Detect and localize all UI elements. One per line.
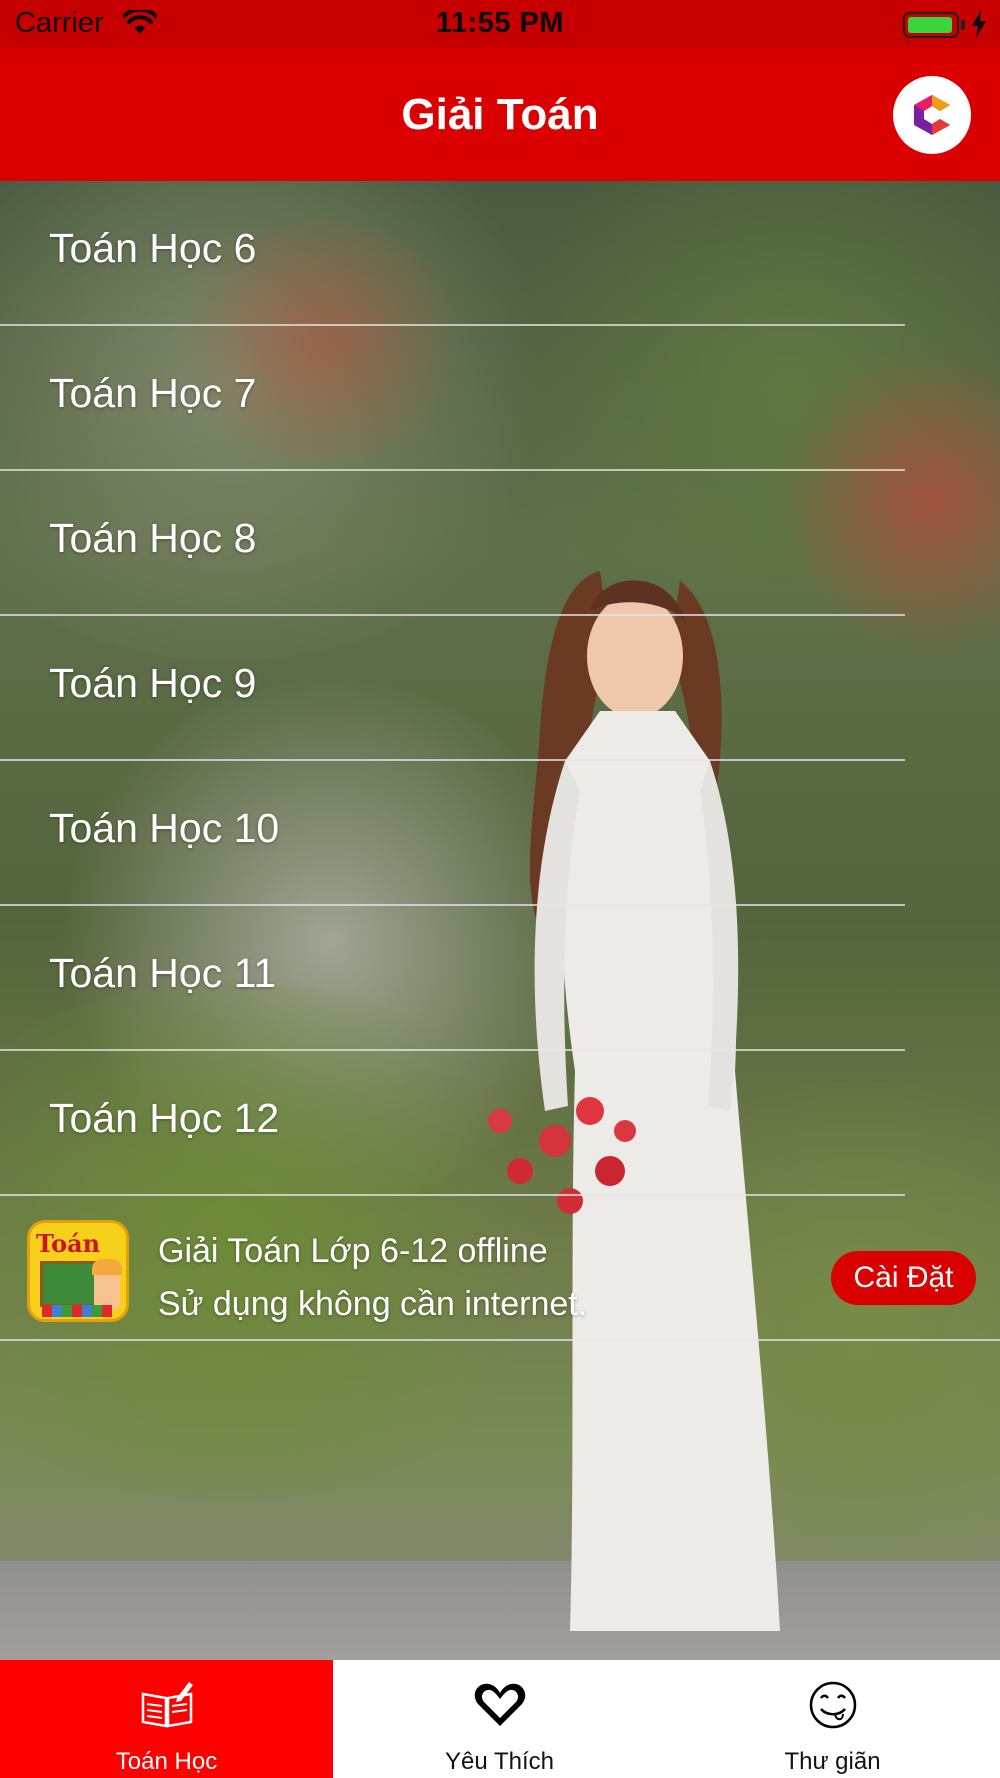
app-logo-button[interactable] xyxy=(893,76,971,154)
promo-banner[interactable]: Toán Giải Toán Lớp 6-12 offline Sử dụng … xyxy=(0,1196,1000,1341)
list-item-label: Toán Học 9 xyxy=(49,660,257,706)
list-item-label: Toán Học 7 xyxy=(49,370,257,416)
list-item-toan-hoc-10[interactable]: Toán Học 10 xyxy=(0,761,1000,906)
battery-icon xyxy=(903,12,959,38)
charging-bolt-icon xyxy=(972,10,986,38)
list-item-label: Toán Học 6 xyxy=(49,225,257,271)
status-bar: Carrier 11:55 PM xyxy=(0,0,1000,48)
promo-app-icon: Toán xyxy=(27,1220,129,1322)
list-item-label: Toán Học 10 xyxy=(49,805,280,851)
tab-toan-hoc[interactable]: Toán Học xyxy=(0,1660,333,1778)
list-item-label: Toán Học 11 xyxy=(49,950,277,996)
list-item-label: Toán Học 8 xyxy=(49,515,257,561)
c-logo-icon xyxy=(914,95,950,135)
promo-subtitle: Sử dụng không cần internet. xyxy=(158,1285,588,1323)
status-time: 11:55 PM xyxy=(435,7,565,39)
numbers-graphic xyxy=(42,1305,112,1317)
list-item-toan-hoc-11[interactable]: Toán Học 11 xyxy=(0,906,1000,1051)
book-pencil-icon xyxy=(141,1682,193,1728)
list-item-toan-hoc-8[interactable]: Toán Học 8 xyxy=(0,471,1000,616)
heart-icon xyxy=(474,1683,525,1726)
battery-level xyxy=(908,17,952,33)
nav-bar: Giải Toán xyxy=(0,48,1000,181)
tab-label: Thư giãn xyxy=(784,1748,881,1775)
tab-label: Yêu Thích xyxy=(445,1748,554,1775)
tab-bar: Toán Học Yêu Thích Thư giãn xyxy=(0,1660,1000,1778)
tab-thu-gian[interactable]: Thư giãn xyxy=(666,1660,999,1778)
grade-list: Toán Học 6 Toán Học 7 Toán Học 8 Toán Họ… xyxy=(0,181,1000,1341)
list-item-toan-hoc-6[interactable]: Toán Học 6 xyxy=(0,181,1000,326)
promo-app-icon-text: Toán xyxy=(36,1229,101,1258)
divider xyxy=(0,1339,1000,1341)
student-graphic xyxy=(92,1259,122,1309)
battery-tip xyxy=(961,20,965,30)
tab-yeu-thich[interactable]: Yêu Thích xyxy=(333,1660,666,1778)
list-item-toan-hoc-12[interactable]: Toán Học 12 xyxy=(0,1051,1000,1196)
install-button[interactable]: Cài Đặt xyxy=(831,1251,976,1305)
list-item-toan-hoc-9[interactable]: Toán Học 9 xyxy=(0,616,1000,761)
page-title: Giải Toán xyxy=(401,90,599,139)
list-item-label: Toán Học 12 xyxy=(49,1095,280,1141)
list-item-toan-hoc-7[interactable]: Toán Học 7 xyxy=(0,326,1000,471)
tab-label: Toán Học xyxy=(115,1748,218,1775)
promo-title: Giải Toán Lớp 6-12 offline xyxy=(158,1232,548,1270)
smiley-tongue-icon xyxy=(809,1681,856,1729)
